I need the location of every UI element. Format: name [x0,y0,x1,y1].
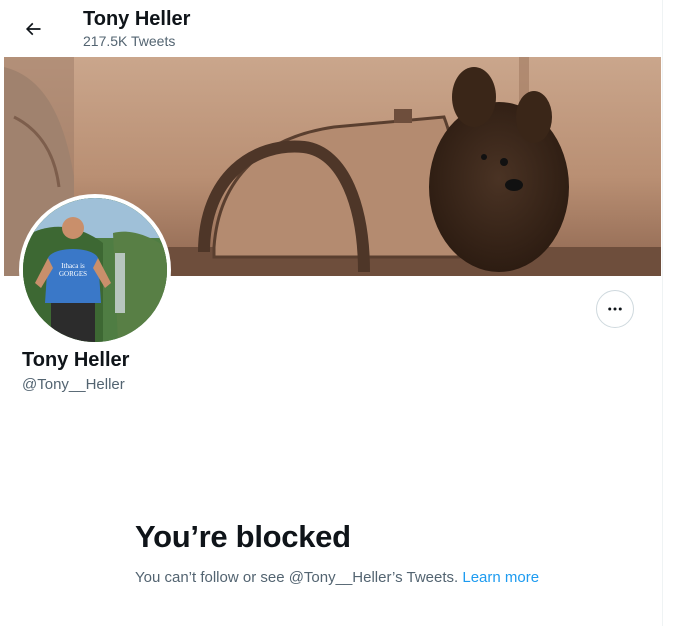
blocked-message-text: You can’t follow or see @Tony__Heller’s … [135,569,463,586]
more-horizontal-icon [608,307,622,311]
avatar-image: Ithaca is GORGES [23,198,167,342]
header-title: Tony Heller [83,8,191,30]
profile-header-bar: Tony Heller 217.5K Tweets [0,0,662,56]
tweet-count: 217.5K Tweets [83,33,176,49]
more-options-button[interactable] [596,290,634,328]
arrow-left-icon [25,22,41,36]
back-button[interactable] [16,12,50,46]
learn-more-link[interactable]: Learn more [462,569,539,586]
profile-page: Tony Heller 217.5K Tweets Ithaca is GORG… [0,0,663,626]
profile-avatar[interactable]: Ithaca is GORGES [19,194,171,346]
shirt-text-line1: Ithaca is [61,262,85,270]
display-name: Tony Heller [22,349,130,371]
user-handle: @Tony__Heller [22,376,125,393]
shirt-text-line2: GORGES [59,270,87,278]
blocked-title: You’re blocked [135,519,351,554]
blocked-message: You can’t follow or see @Tony__Heller’s … [135,567,545,589]
